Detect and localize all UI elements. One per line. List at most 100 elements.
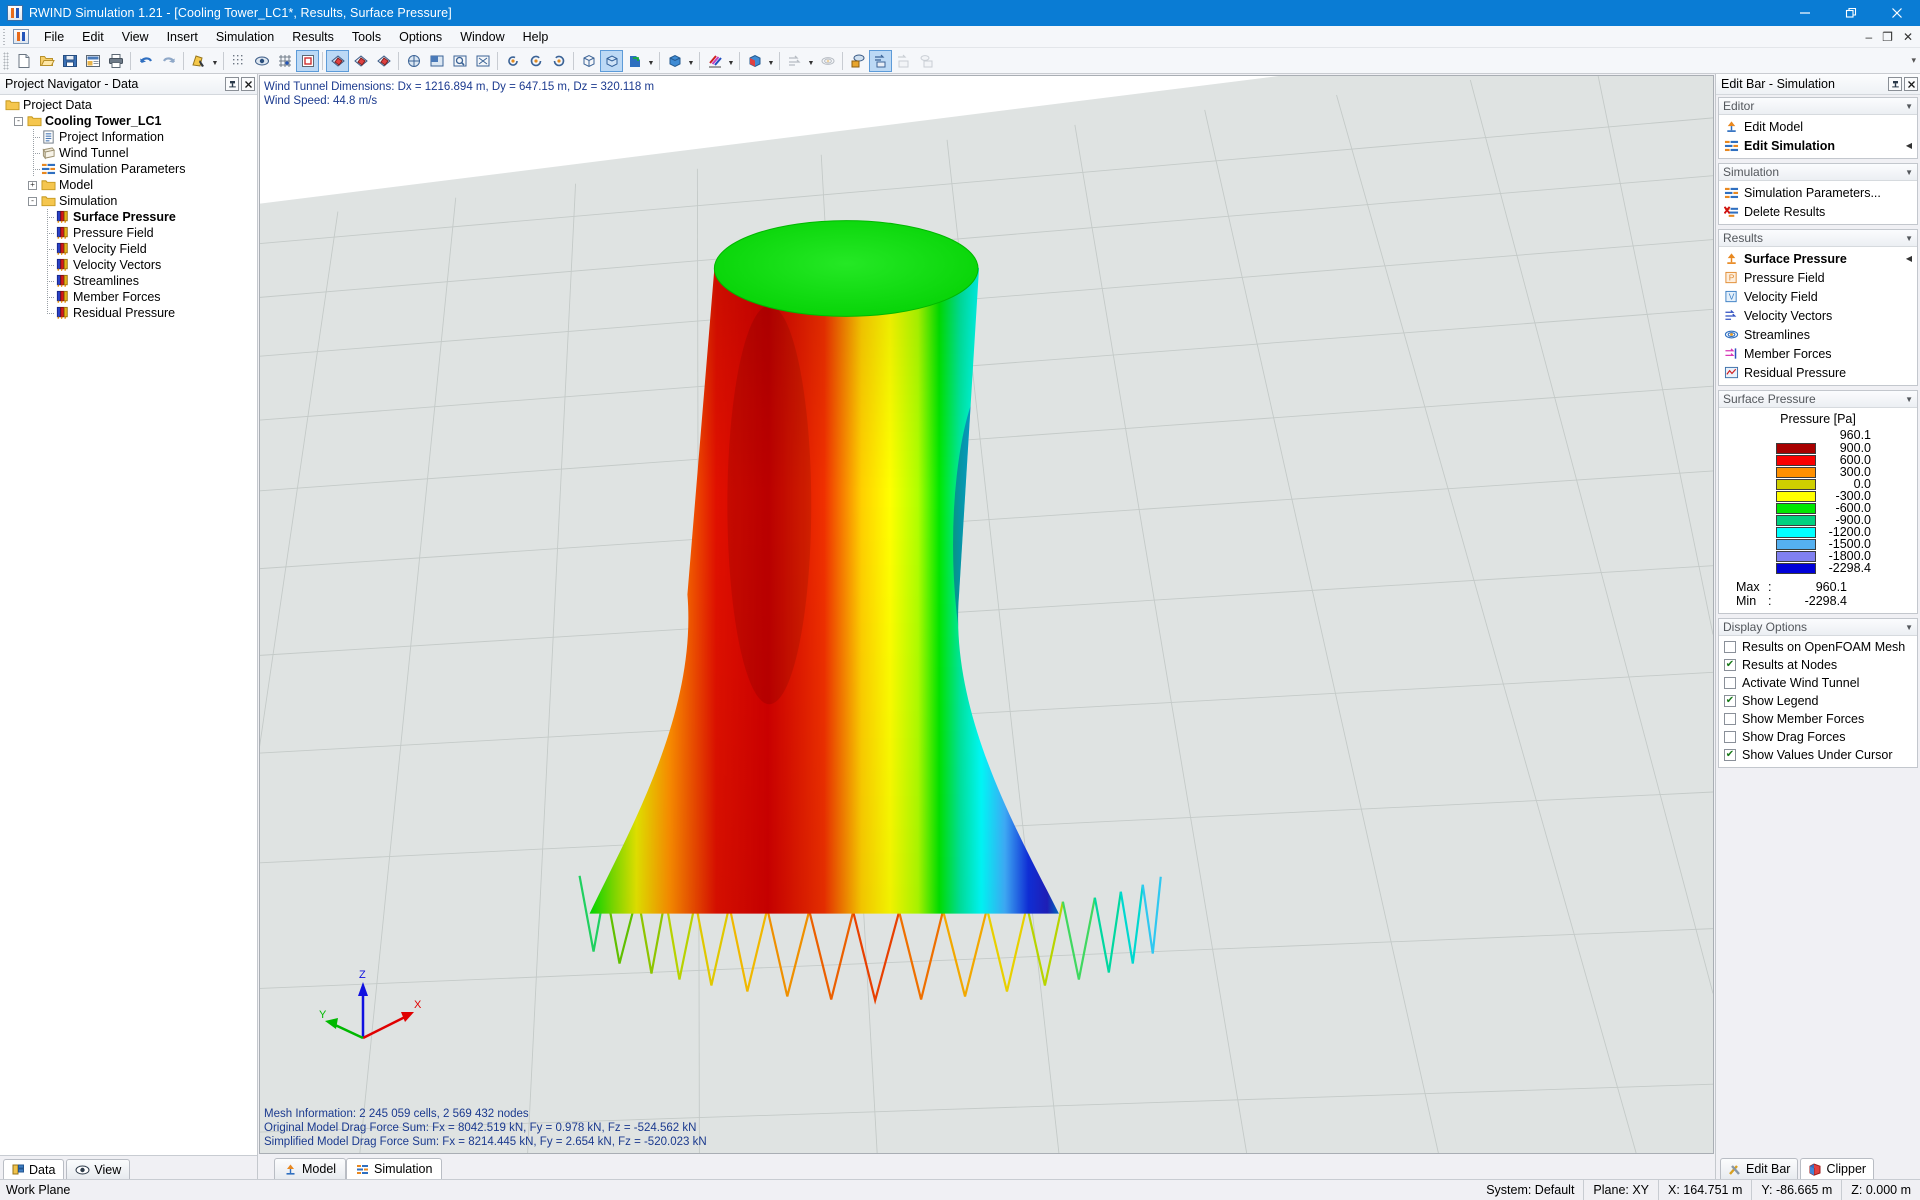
edit-bar-close-button[interactable] [1904,77,1918,91]
print-preview-icon[interactable] [81,50,104,72]
zoom-window-icon[interactable] [425,50,448,72]
tree-item-member-forces[interactable]: Member Forces [0,289,257,305]
zoom-all-icon[interactable] [471,50,494,72]
save-icon[interactable] [58,50,81,72]
results-on-surface-icon[interactable] [846,50,869,72]
render-mode-icon[interactable] [623,50,646,72]
edit-bar-item-residual-pressure[interactable]: Residual Pressure [1719,363,1917,382]
menu-item-help[interactable]: Help [514,28,558,46]
surface-results-dropdown-arrow[interactable]: ▼ [766,50,776,72]
checkbox-activate-wind-tunnel[interactable] [1724,677,1736,689]
edit-bar-pin-button[interactable] [1888,77,1902,91]
checkbox-results-on-openfoam-mesh[interactable] [1724,641,1736,653]
tree-item-wind-tunnel[interactable]: Wind Tunnel [0,145,257,161]
toolbar-overflow-button[interactable]: ▾ [1911,55,1920,66]
grid-points-icon[interactable] [273,50,296,72]
checkbox-show-drag-forces[interactable] [1724,731,1736,743]
tree-item-streamlines[interactable]: Streamlines [0,273,257,289]
display-option-show-legend[interactable]: Show Legend [1719,692,1917,710]
colors-dropdown-arrow[interactable]: ▼ [726,50,736,72]
chevron-down-icon[interactable]: ▼ [1905,234,1913,243]
mdi-restore-button[interactable]: ❐ [1878,30,1897,44]
tree-item-project-information[interactable]: Project Information [0,129,257,145]
edit-bar-item-edit-model[interactable]: Edit Model [1719,117,1917,136]
display-options-header[interactable]: Display Options ▼ [1719,619,1917,636]
menu-item-file[interactable]: File [35,28,73,46]
section-header-editor[interactable]: Editor ▼ [1719,98,1917,115]
edit-bar-item-velocity-field[interactable]: V Velocity Field [1719,287,1917,306]
menu-item-simulation[interactable]: Simulation [207,28,283,46]
edit-bar-item-velocity-vectors[interactable]: Velocity Vectors [1719,306,1917,325]
section-header-results[interactable]: Results ▼ [1719,230,1917,247]
window-restore-button[interactable] [1828,0,1874,26]
tree-item-surface-pressure[interactable]: Surface Pressure [0,209,257,225]
snap-grid-icon[interactable] [227,50,250,72]
velocity-vectors-dropdown-arrow[interactable]: ▼ [806,50,816,72]
tree-item-simulation[interactable]: - Simulation [0,193,257,209]
view-yz-icon[interactable] [372,50,395,72]
edit-bar-item-simulation-parameters[interactable]: Simulation Parameters... [1719,183,1917,202]
display-option-results-at-nodes[interactable]: Results at Nodes [1719,656,1917,674]
tab-edit-bar[interactable]: Edit Bar [1720,1158,1799,1179]
streamlines-icon[interactable] [816,50,839,72]
tree-item-velocity-vectors[interactable]: Velocity Vectors [0,257,257,273]
window-minimize-button[interactable] [1782,0,1828,26]
chevron-down-icon[interactable]: ▼ [1905,168,1913,177]
tab-model[interactable]: Model [274,1158,347,1179]
display-option-results-on-openfoam-mesh[interactable]: Results on OpenFOAM Mesh [1719,638,1917,656]
results-table-icon[interactable] [915,50,938,72]
tree-toggle-minus[interactable]: - [28,196,37,206]
menu-item-window[interactable]: Window [451,28,513,46]
rotate-left-icon[interactable] [501,50,524,72]
pan-icon[interactable] [402,50,425,72]
edit-bar-item-pressure-field[interactable]: P Pressure Field [1719,268,1917,287]
menu-item-edit[interactable]: Edit [73,28,113,46]
project-navigator-close-button[interactable] [241,77,255,91]
edit-bar-item-edit-simulation[interactable]: Edit Simulation ◀ [1719,136,1917,155]
checkbox-show-legend[interactable] [1724,695,1736,707]
view-xy-icon[interactable] [326,49,349,72]
tab-view[interactable]: View [66,1159,131,1179]
toolbar-grip-handle[interactable] [3,51,9,70]
chevron-down-icon[interactable]: ▼ [1905,102,1913,111]
tree-toggle-minus[interactable]: - [14,116,23,126]
tab-data[interactable]: Data [3,1159,65,1179]
project-navigator-pin-button[interactable] [225,77,239,91]
mdi-close-button[interactable]: ✕ [1899,30,1917,44]
display-option-show-drag-forces[interactable]: Show Drag Forces [1719,728,1917,746]
menu-item-options[interactable]: Options [390,28,451,46]
chevron-down-icon[interactable]: ▼ [1905,623,1913,632]
legend-group-header[interactable]: Surface Pressure ▼ [1719,391,1917,408]
view-xz-icon[interactable] [349,50,372,72]
display-option-show-values-under-cursor[interactable]: Show Values Under Cursor [1719,746,1917,764]
model-display-dropdown-arrow[interactable]: ▼ [686,50,696,72]
wireframe-icon[interactable] [577,50,600,72]
menu-item-insert[interactable]: Insert [158,28,207,46]
menu-item-results[interactable]: Results [283,28,343,46]
window-close-button[interactable] [1874,0,1920,26]
work-plane-icon[interactable] [296,49,319,72]
undo-icon[interactable] [134,50,157,72]
select-objects-icon[interactable] [187,50,210,72]
tree-item-velocity-field[interactable]: Velocity Field [0,241,257,257]
tree-item-model[interactable]: + Model [0,177,257,193]
surface-results-icon[interactable] [743,50,766,72]
render-mode-dropdown-arrow[interactable]: ▼ [646,50,656,72]
menu-item-view[interactable]: View [113,28,158,46]
solid-view-icon[interactable] [600,49,623,72]
tree-item-project-data[interactable]: Project Data [0,97,257,113]
mdi-minimize-button[interactable]: – [1861,30,1876,44]
tree-item-simulation-parameters[interactable]: Simulation Parameters [0,161,257,177]
edit-bar-item-member-forces[interactable]: Member Forces [1719,344,1917,363]
results-values-icon[interactable] [869,49,892,72]
checkbox-show-values-under-cursor[interactable] [1724,749,1736,761]
tab-simulation[interactable]: Simulation [346,1158,443,1179]
3d-viewport[interactable]: Wind Tunnel Dimensions: Dx = 1216.894 m,… [259,75,1714,1154]
velocity-vectors-icon[interactable] [783,50,806,72]
section-header-simulation[interactable]: Simulation ▼ [1719,164,1917,181]
project-tree[interactable]: Project Data - Cooling Tower_LC1 Project In… [0,95,257,1155]
checkbox-show-member-forces[interactable] [1724,713,1736,725]
tree-item-cooling-tower-lc1[interactable]: - Cooling Tower_LC1 [0,113,257,129]
model-display-icon[interactable] [663,50,686,72]
tree-toggle-plus[interactable]: + [28,180,37,190]
